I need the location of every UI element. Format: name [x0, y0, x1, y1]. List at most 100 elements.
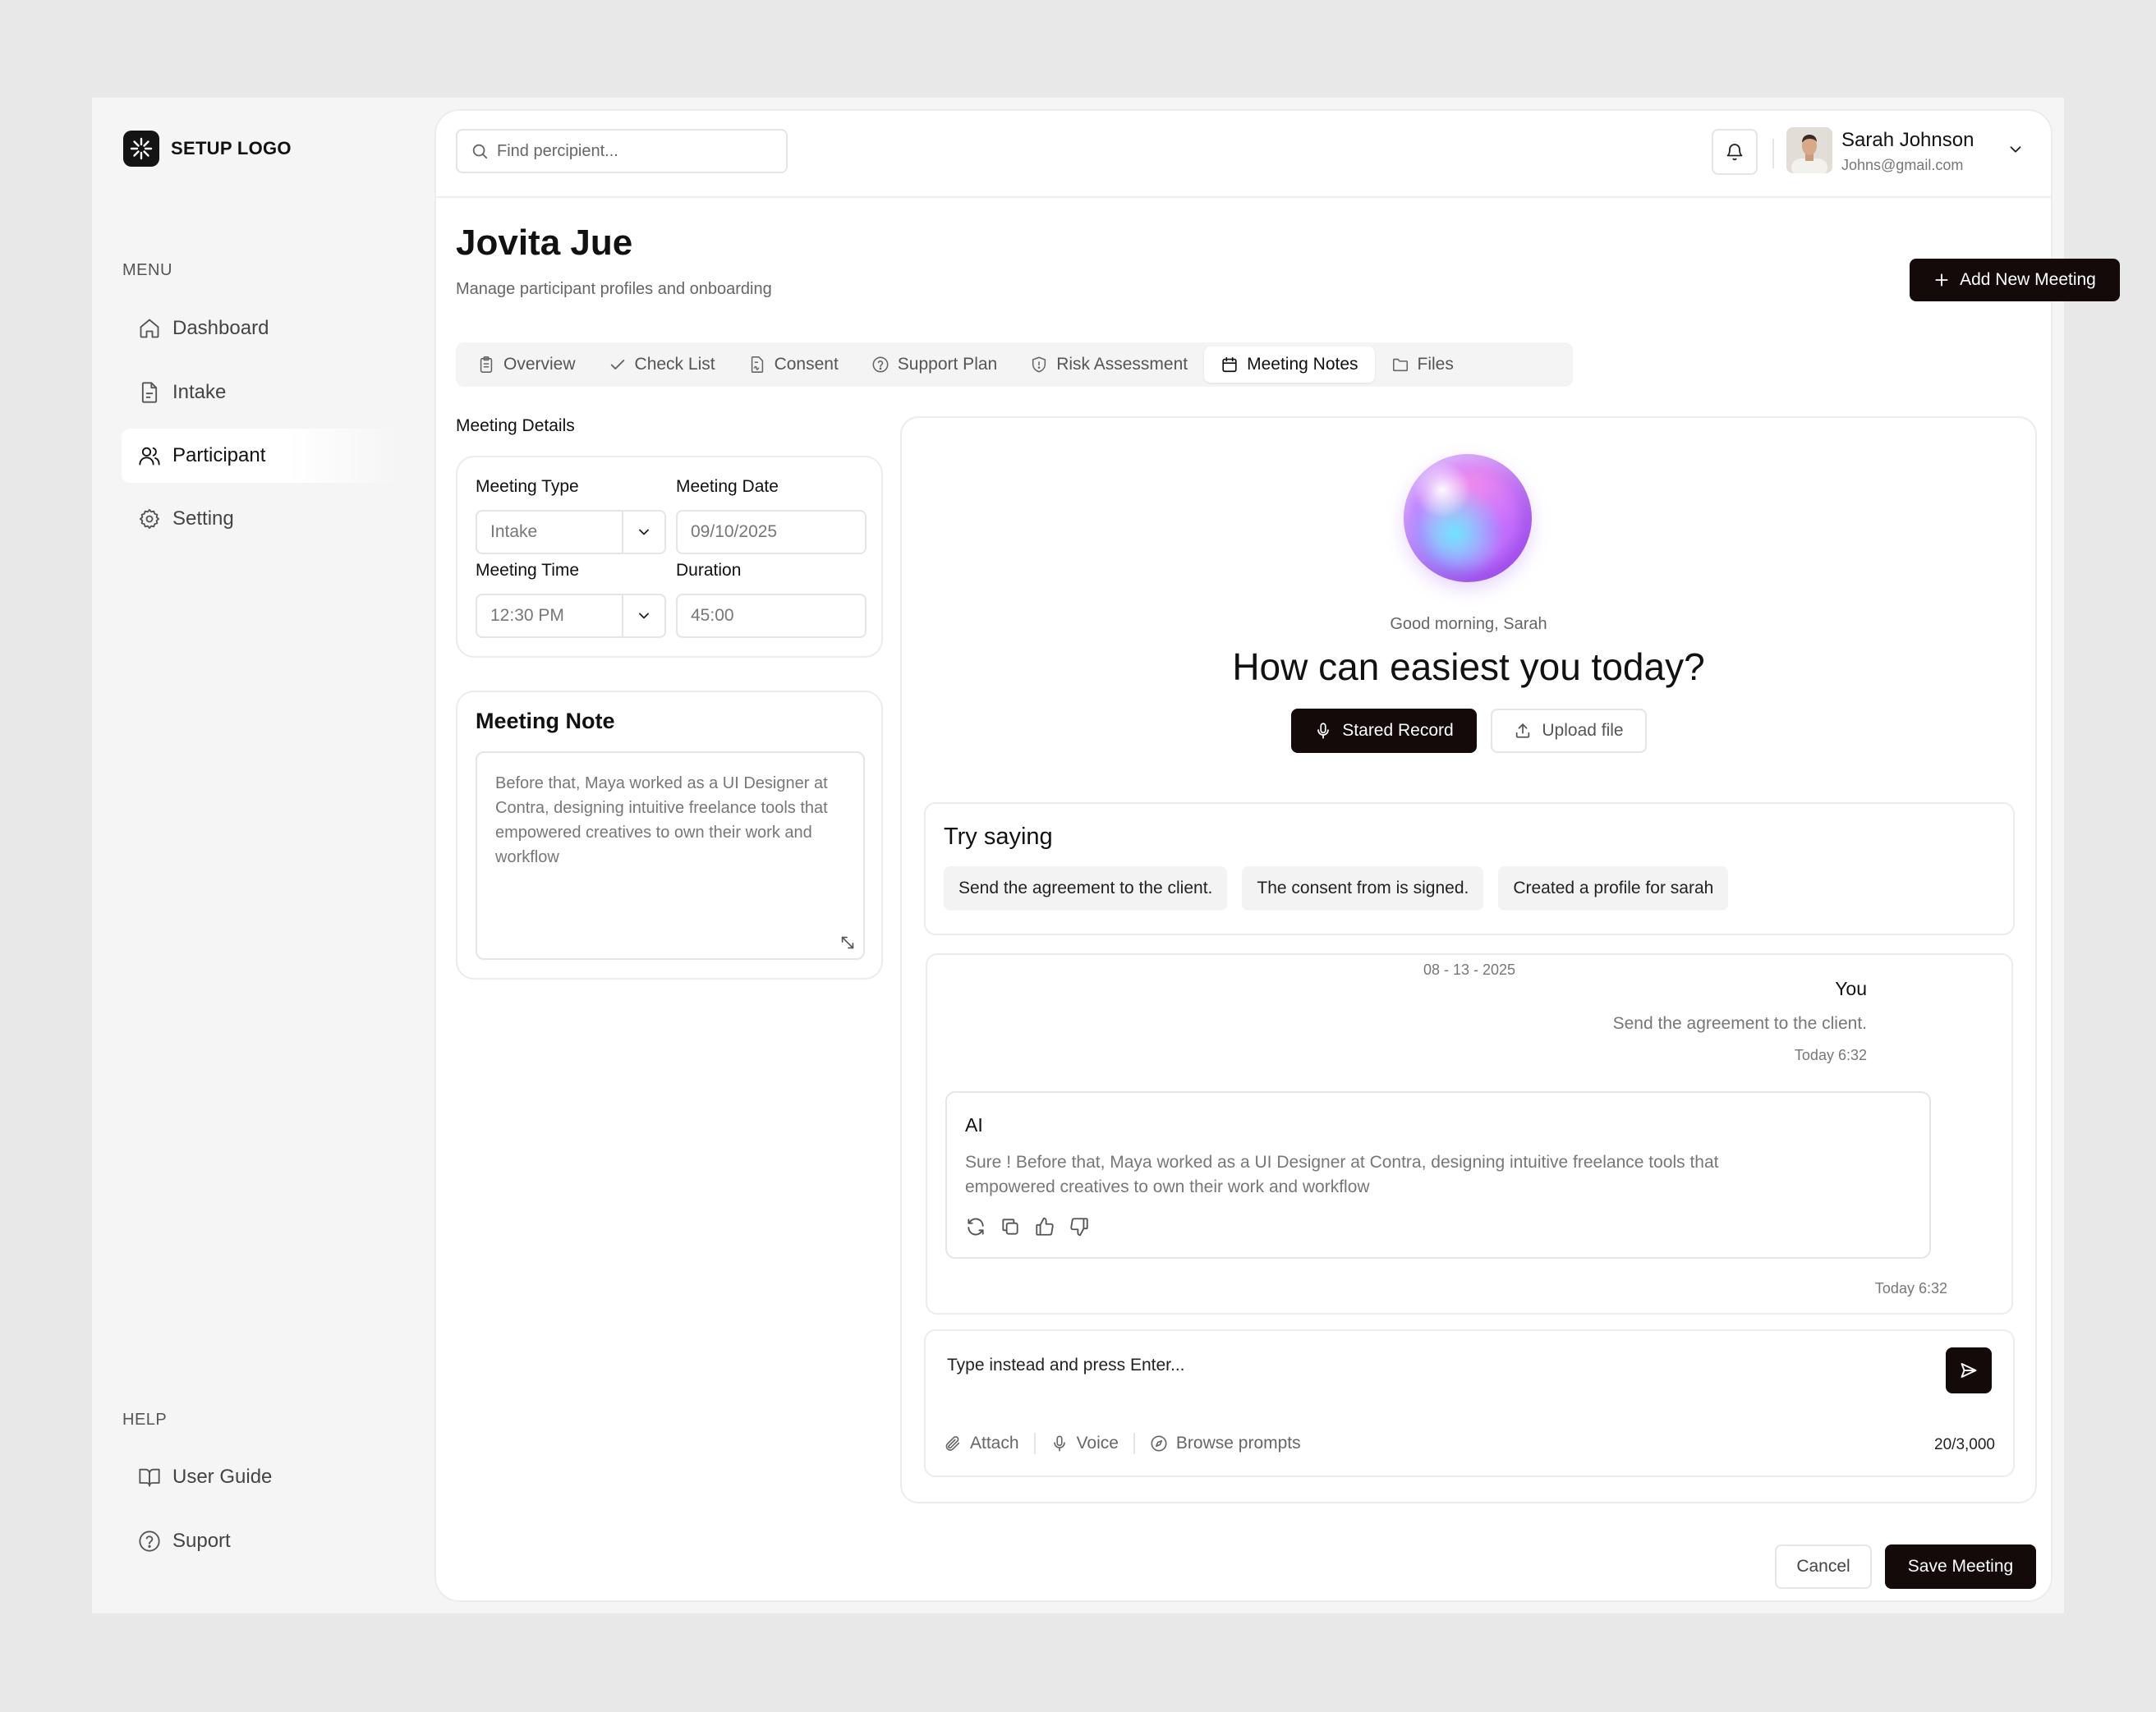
tab-label: Overview — [503, 355, 576, 374]
tab-bar: Overview Check List Consent Support Plan… — [456, 342, 1573, 387]
tab-label: Support Plan — [897, 355, 998, 374]
main-panel: Sarah Johnson Johns@gmail.com Jovita Jue… — [434, 109, 2120, 1602]
meeting-note-text: Before that, Maya worked as a UI Designe… — [495, 774, 828, 866]
meeting-details-card: Meeting Type Intake Meeting Date 09/10/2… — [456, 456, 883, 658]
meeting-details-label: Meeting Details — [456, 416, 575, 435]
chevron-down-icon[interactable] — [622, 512, 664, 553]
add-new-meeting-button[interactable]: Add New Meeting — [1910, 259, 2120, 301]
send-button[interactable] — [1946, 1347, 1992, 1393]
upload-icon — [1514, 722, 1532, 740]
sidebar-item-label: Participant — [172, 444, 266, 466]
voice-button[interactable]: Voice — [1036, 1434, 1133, 1453]
thumbs-up-icon[interactable] — [1034, 1216, 1055, 1237]
chevron-down-icon[interactable] — [2007, 140, 2025, 158]
user-name: Sarah Johnson — [1841, 129, 1974, 151]
compass-icon — [1150, 1434, 1168, 1453]
search-input[interactable] — [497, 141, 776, 161]
upload-file-label: Upload file — [1542, 721, 1624, 740]
start-record-button[interactable]: Stared Record — [1291, 709, 1477, 753]
suggestion-chip[interactable]: Created a profile for sarah — [1498, 866, 1729, 911]
sidebar-item-support[interactable]: Suport — [122, 1514, 399, 1568]
ai-message-bubble: AI Sure ! Before that, Maya worked as a … — [945, 1091, 1931, 1259]
sidebar-item-label: Suport — [172, 1530, 231, 1552]
meeting-date-label: Meeting Date — [676, 477, 779, 496]
meeting-note-title: Meeting Note — [476, 709, 615, 733]
tab-meeting-notes[interactable]: Meeting Notes — [1204, 347, 1375, 383]
logo-mark-icon — [123, 131, 159, 167]
user-message-time: Today 6:32 — [1794, 1047, 1867, 1063]
sidebar-item-setting[interactable]: Setting — [122, 492, 399, 546]
topbar-divider — [1772, 139, 1774, 168]
attach-label: Attach — [970, 1434, 1019, 1453]
chat-tools: Attach Voice Browse prompts — [944, 1433, 1316, 1454]
file-icon — [138, 381, 161, 404]
chat-input[interactable] — [947, 1356, 1916, 1375]
menu-label: MENU — [122, 261, 172, 279]
attach-button[interactable]: Attach — [944, 1434, 1034, 1453]
search-icon — [471, 142, 489, 160]
sidebar-item-label: Intake — [172, 381, 227, 403]
sidebar-item-participant[interactable]: Participant — [122, 429, 399, 483]
tab-consent[interactable]: Consent — [732, 347, 855, 383]
conversation-date: 08 - 13 - 2025 — [1423, 962, 1516, 978]
meeting-time-value: 12:30 PM — [490, 606, 564, 625]
try-saying-title: Try saying — [944, 824, 1053, 850]
user-message-author: You — [1835, 978, 1867, 999]
meeting-date-field[interactable]: 09/10/2025 — [676, 510, 867, 554]
cancel-button[interactable]: Cancel — [1775, 1544, 1872, 1589]
tab-support-plan[interactable]: Support Plan — [855, 347, 1014, 383]
book-icon — [138, 1466, 161, 1489]
tab-files[interactable]: Files — [1375, 347, 1470, 383]
character-counter: 20/3,000 — [1934, 1436, 1995, 1453]
upload-file-button[interactable]: Upload file — [1491, 709, 1647, 753]
suggestion-chip[interactable]: The consent from is signed. — [1242, 866, 1484, 911]
clipboard-icon — [477, 356, 495, 374]
folder-icon — [1391, 356, 1409, 374]
sidebar-item-label: Setting — [172, 507, 234, 530]
save-meeting-button[interactable]: Save Meeting — [1885, 1544, 2036, 1589]
assistant-headline: How can easiest you today? — [1232, 645, 1705, 688]
suggestion-chips: Send the agreement to the client. The co… — [944, 866, 1729, 911]
copy-icon[interactable] — [1000, 1216, 1021, 1237]
tab-check-list[interactable]: Check List — [592, 347, 732, 383]
meeting-type-label: Meeting Type — [476, 477, 579, 496]
sidebar-item-dashboard[interactable]: Dashboard — [122, 301, 399, 356]
paperclip-icon — [944, 1434, 962, 1453]
duration-field[interactable]: 45:00 — [676, 594, 867, 638]
chat-input-card: Attach Voice Browse prompts 20/3,000 — [924, 1329, 2015, 1477]
notifications-button[interactable] — [1712, 129, 1758, 175]
tab-overview[interactable]: Overview — [461, 347, 592, 383]
meeting-note-textarea[interactable]: Before that, Maya worked as a UI Designe… — [476, 751, 865, 960]
send-icon — [1959, 1361, 1979, 1380]
greeting-text: Good morning, Sarah — [1390, 615, 1547, 633]
tab-label: Risk Assessment — [1056, 355, 1188, 374]
help-circle-icon — [138, 1530, 161, 1553]
plus-icon — [1933, 272, 1950, 288]
add-new-meeting-label: Add New Meeting — [1960, 270, 2096, 289]
chevron-down-icon[interactable] — [622, 595, 664, 636]
users-icon — [138, 444, 161, 467]
ai-orb — [1404, 454, 1532, 582]
tab-risk-assessment[interactable]: Risk Assessment — [1014, 347, 1204, 383]
meeting-type-select[interactable]: Intake — [476, 510, 666, 554]
avatar[interactable] — [1786, 127, 1832, 173]
search-box[interactable] — [456, 129, 788, 173]
suggestion-chip[interactable]: Send the agreement to the client. — [944, 866, 1228, 911]
resize-handle-icon[interactable] — [839, 934, 857, 952]
home-icon — [138, 317, 161, 340]
thumbs-down-icon[interactable] — [1069, 1216, 1090, 1237]
logo[interactable]: SETUP LOGO — [123, 131, 292, 167]
sidebar-item-user-guide[interactable]: User Guide — [122, 1450, 399, 1504]
tab-label: Meeting Notes — [1247, 355, 1358, 374]
check-icon — [609, 356, 627, 374]
help-label: HELP — [122, 1411, 168, 1429]
start-record-label: Stared Record — [1342, 721, 1454, 740]
regenerate-icon[interactable] — [965, 1216, 986, 1237]
calendar-icon — [1221, 356, 1239, 374]
conversation-card: 08 - 13 - 2025 You Send the agreement to… — [926, 953, 2013, 1315]
meeting-time-select[interactable]: 12:30 PM — [476, 594, 666, 638]
sidebar-item-intake[interactable]: Intake — [122, 365, 399, 420]
user-message-text: Send the agreement to the client. — [1612, 1014, 1867, 1033]
ai-message-actions — [965, 1216, 1090, 1237]
browse-prompts-button[interactable]: Browse prompts — [1135, 1434, 1316, 1453]
